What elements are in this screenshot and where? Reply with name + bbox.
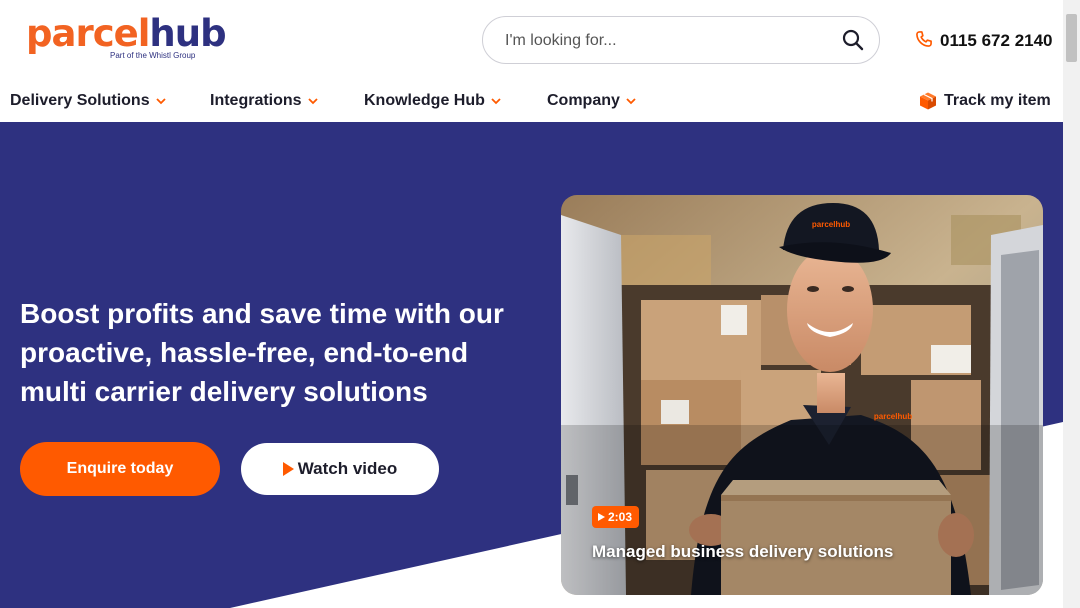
phone-icon [914, 29, 934, 54]
site-header: parcelhub Part of the Whistl Group 0115 … [0, 0, 1063, 82]
main-nav: Delivery Solutions Integrations Knowledg… [0, 82, 1063, 122]
logo-wordmark: parcelhub [26, 12, 227, 55]
search-icon[interactable] [841, 28, 865, 52]
scrollbar-thumb[interactable] [1066, 14, 1077, 62]
logo-word-parcel: parcel [26, 12, 150, 55]
video-thumbnail: parcelhub parcelhub [561, 195, 1043, 595]
video-title: Managed business delivery solutions [592, 542, 894, 561]
search-input[interactable] [503, 29, 827, 53]
enquire-today-button[interactable]: Enquire today [20, 442, 220, 496]
cap-logo-text: parcelhub [812, 220, 850, 229]
play-icon [282, 462, 294, 476]
nav-item-label: Delivery Solutions [10, 92, 150, 109]
page-scrollbar[interactable] [1063, 0, 1080, 608]
logo-tagline: Part of the Whistl Group [110, 51, 196, 60]
package-icon [918, 91, 938, 111]
nav-item-label: Knowledge Hub [364, 92, 485, 109]
nav-item-integrations[interactable]: Integrations [210, 92, 318, 110]
nav-item-company[interactable]: Company [547, 92, 636, 110]
nav-item-delivery-solutions[interactable]: Delivery Solutions [10, 92, 166, 110]
video-duration-badge: 2:03 [592, 506, 640, 528]
chevron-down-icon [155, 97, 166, 104]
nav-item-label: Company [547, 92, 620, 109]
nav-item-knowledge-hub[interactable]: Knowledge Hub [364, 92, 501, 110]
watch-video-button[interactable]: Watch video [241, 443, 439, 495]
hero-section: Boost profits and save time with our pro… [0, 122, 1063, 608]
phone-number: 0115 672 2140 [940, 31, 1053, 50]
track-label: Track my item [944, 92, 1051, 109]
hero-headline: Boost profits and save time with our pro… [20, 298, 504, 407]
track-my-item-link[interactable]: Track my item [918, 91, 1051, 111]
video-card[interactable]: parcelhub parcelhub 2:03 Managed busines… [561, 195, 1043, 595]
search-bar [482, 16, 880, 64]
watch-video-label: Watch video [297, 459, 398, 478]
parcelhub-logo[interactable]: parcelhub Part of the Whistl Group [26, 12, 227, 61]
video-duration: 2:03 [608, 510, 633, 524]
chevron-down-icon [626, 97, 636, 104]
chevron-down-icon [491, 97, 501, 104]
shirt-logo-text: parcelhub [874, 412, 912, 421]
phone-link[interactable]: 0115 672 2140 [914, 30, 1053, 52]
logo-word-hub: hub [149, 12, 226, 55]
nav-item-label: Integrations [210, 92, 302, 109]
play-icon [598, 513, 605, 521]
chevron-down-icon [307, 97, 318, 104]
